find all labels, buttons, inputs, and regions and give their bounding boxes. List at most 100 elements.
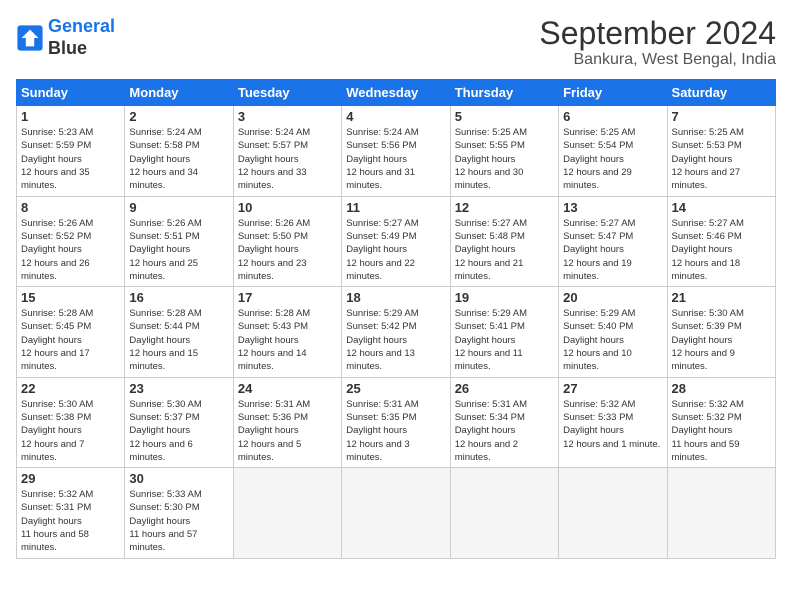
day-info: Sunrise: 5:28 AM Sunset: 5:45 PM Dayligh… (21, 307, 120, 373)
header-wednesday: Wednesday (342, 80, 450, 106)
calendar-cell (559, 468, 667, 558)
day-number: 14 (672, 200, 771, 215)
calendar-cell: 23 Sunrise: 5:30 AM Sunset: 5:37 PM Dayl… (125, 377, 233, 467)
header-monday: Monday (125, 80, 233, 106)
calendar-table: Sunday Monday Tuesday Wednesday Thursday… (16, 79, 776, 558)
calendar-cell: 28 Sunrise: 5:32 AM Sunset: 5:32 PM Dayl… (667, 377, 775, 467)
day-number: 16 (129, 290, 228, 305)
calendar-cell: 19 Sunrise: 5:29 AM Sunset: 5:41 PM Dayl… (450, 287, 558, 377)
day-info: Sunrise: 5:27 AM Sunset: 5:49 PM Dayligh… (346, 217, 445, 283)
month-title: September 2024 (539, 16, 776, 51)
calendar-cell: 16 Sunrise: 5:28 AM Sunset: 5:44 PM Dayl… (125, 287, 233, 377)
day-number: 12 (455, 200, 554, 215)
day-number: 5 (455, 109, 554, 124)
calendar-cell: 29 Sunrise: 5:32 AM Sunset: 5:31 PM Dayl… (17, 468, 125, 558)
day-info: Sunrise: 5:26 AM Sunset: 5:50 PM Dayligh… (238, 217, 337, 283)
calendar-cell: 4 Sunrise: 5:24 AM Sunset: 5:56 PM Dayli… (342, 106, 450, 196)
day-number: 2 (129, 109, 228, 124)
day-info: Sunrise: 5:24 AM Sunset: 5:56 PM Dayligh… (346, 126, 445, 192)
calendar-cell: 2 Sunrise: 5:24 AM Sunset: 5:58 PM Dayli… (125, 106, 233, 196)
day-number: 17 (238, 290, 337, 305)
day-number: 29 (21, 471, 120, 486)
title-area: September 2024 Bankura, West Bengal, Ind… (539, 16, 776, 69)
calendar-cell: 26 Sunrise: 5:31 AM Sunset: 5:34 PM Dayl… (450, 377, 558, 467)
logo-line1: General (48, 16, 115, 36)
calendar-week-2: 8 Sunrise: 5:26 AM Sunset: 5:52 PM Dayli… (17, 196, 776, 286)
day-number: 15 (21, 290, 120, 305)
calendar-cell: 7 Sunrise: 5:25 AM Sunset: 5:53 PM Dayli… (667, 106, 775, 196)
calendar-cell (450, 468, 558, 558)
logo-text: General Blue (48, 16, 115, 59)
day-number: 9 (129, 200, 228, 215)
calendar-week-4: 22 Sunrise: 5:30 AM Sunset: 5:38 PM Dayl… (17, 377, 776, 467)
day-number: 3 (238, 109, 337, 124)
calendar-week-1: 1 Sunrise: 5:23 AM Sunset: 5:59 PM Dayli… (17, 106, 776, 196)
day-number: 27 (563, 381, 662, 396)
calendar-cell: 11 Sunrise: 5:27 AM Sunset: 5:49 PM Dayl… (342, 196, 450, 286)
day-info: Sunrise: 5:28 AM Sunset: 5:44 PM Dayligh… (129, 307, 228, 373)
day-info: Sunrise: 5:31 AM Sunset: 5:35 PM Dayligh… (346, 398, 445, 464)
day-number: 4 (346, 109, 445, 124)
calendar-cell (667, 468, 775, 558)
calendar-cell: 10 Sunrise: 5:26 AM Sunset: 5:50 PM Dayl… (233, 196, 341, 286)
day-info: Sunrise: 5:25 AM Sunset: 5:55 PM Dayligh… (455, 126, 554, 192)
day-info: Sunrise: 5:29 AM Sunset: 5:42 PM Dayligh… (346, 307, 445, 373)
logo-line2: Blue (48, 38, 115, 60)
calendar-cell: 25 Sunrise: 5:31 AM Sunset: 5:35 PM Dayl… (342, 377, 450, 467)
header-thursday: Thursday (450, 80, 558, 106)
day-info: Sunrise: 5:33 AM Sunset: 5:30 PM Dayligh… (129, 488, 228, 554)
day-number: 10 (238, 200, 337, 215)
day-info: Sunrise: 5:23 AM Sunset: 5:59 PM Dayligh… (21, 126, 120, 192)
calendar-week-3: 15 Sunrise: 5:28 AM Sunset: 5:45 PM Dayl… (17, 287, 776, 377)
logo: General Blue (16, 16, 115, 59)
calendar-cell: 18 Sunrise: 5:29 AM Sunset: 5:42 PM Dayl… (342, 287, 450, 377)
calendar-cell: 5 Sunrise: 5:25 AM Sunset: 5:55 PM Dayli… (450, 106, 558, 196)
calendar-cell: 30 Sunrise: 5:33 AM Sunset: 5:30 PM Dayl… (125, 468, 233, 558)
day-info: Sunrise: 5:25 AM Sunset: 5:54 PM Dayligh… (563, 126, 662, 192)
calendar-cell: 22 Sunrise: 5:30 AM Sunset: 5:38 PM Dayl… (17, 377, 125, 467)
day-number: 26 (455, 381, 554, 396)
day-info: Sunrise: 5:27 AM Sunset: 5:47 PM Dayligh… (563, 217, 662, 283)
calendar-cell: 1 Sunrise: 5:23 AM Sunset: 5:59 PM Dayli… (17, 106, 125, 196)
day-info: Sunrise: 5:24 AM Sunset: 5:57 PM Dayligh… (238, 126, 337, 192)
calendar-cell: 17 Sunrise: 5:28 AM Sunset: 5:43 PM Dayl… (233, 287, 341, 377)
header-saturday: Saturday (667, 80, 775, 106)
day-info: Sunrise: 5:29 AM Sunset: 5:41 PM Dayligh… (455, 307, 554, 373)
calendar-cell: 6 Sunrise: 5:25 AM Sunset: 5:54 PM Dayli… (559, 106, 667, 196)
day-number: 6 (563, 109, 662, 124)
calendar-cell: 27 Sunrise: 5:32 AM Sunset: 5:33 PM Dayl… (559, 377, 667, 467)
calendar-cell (233, 468, 341, 558)
day-number: 22 (21, 381, 120, 396)
location-title: Bankura, West Bengal, India (539, 51, 776, 69)
day-number: 28 (672, 381, 771, 396)
day-info: Sunrise: 5:32 AM Sunset: 5:31 PM Dayligh… (21, 488, 120, 554)
day-number: 23 (129, 381, 228, 396)
calendar-cell: 9 Sunrise: 5:26 AM Sunset: 5:51 PM Dayli… (125, 196, 233, 286)
day-info: Sunrise: 5:28 AM Sunset: 5:43 PM Dayligh… (238, 307, 337, 373)
day-info: Sunrise: 5:25 AM Sunset: 5:53 PM Dayligh… (672, 126, 771, 192)
header-friday: Friday (559, 80, 667, 106)
day-number: 20 (563, 290, 662, 305)
calendar-week-5: 29 Sunrise: 5:32 AM Sunset: 5:31 PM Dayl… (17, 468, 776, 558)
day-info: Sunrise: 5:32 AM Sunset: 5:32 PM Dayligh… (672, 398, 771, 464)
day-number: 30 (129, 471, 228, 486)
day-info: Sunrise: 5:32 AM Sunset: 5:33 PM Dayligh… (563, 398, 662, 451)
header-tuesday: Tuesday (233, 80, 341, 106)
day-number: 13 (563, 200, 662, 215)
day-number: 7 (672, 109, 771, 124)
day-info: Sunrise: 5:26 AM Sunset: 5:51 PM Dayligh… (129, 217, 228, 283)
day-info: Sunrise: 5:30 AM Sunset: 5:37 PM Dayligh… (129, 398, 228, 464)
calendar-cell: 14 Sunrise: 5:27 AM Sunset: 5:46 PM Dayl… (667, 196, 775, 286)
header-sunday: Sunday (17, 80, 125, 106)
day-info: Sunrise: 5:29 AM Sunset: 5:40 PM Dayligh… (563, 307, 662, 373)
day-number: 1 (21, 109, 120, 124)
day-info: Sunrise: 5:31 AM Sunset: 5:36 PM Dayligh… (238, 398, 337, 464)
day-number: 11 (346, 200, 445, 215)
day-number: 18 (346, 290, 445, 305)
day-number: 19 (455, 290, 554, 305)
calendar-cell: 20 Sunrise: 5:29 AM Sunset: 5:40 PM Dayl… (559, 287, 667, 377)
day-info: Sunrise: 5:27 AM Sunset: 5:46 PM Dayligh… (672, 217, 771, 283)
day-info: Sunrise: 5:27 AM Sunset: 5:48 PM Dayligh… (455, 217, 554, 283)
day-info: Sunrise: 5:26 AM Sunset: 5:52 PM Dayligh… (21, 217, 120, 283)
day-number: 8 (21, 200, 120, 215)
